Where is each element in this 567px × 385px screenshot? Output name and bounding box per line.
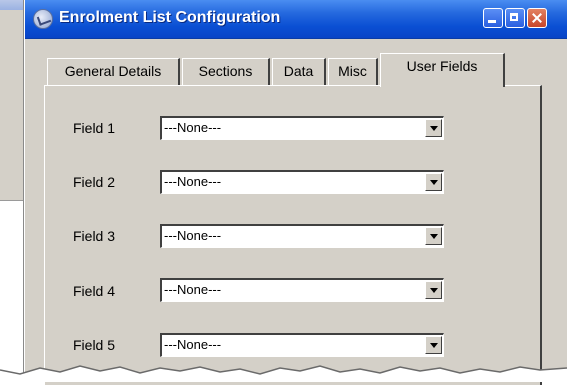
tab-misc[interactable]: Misc [328, 58, 378, 85]
tab-sections[interactable]: Sections [182, 58, 270, 85]
dropdown-arrow-icon[interactable] [425, 281, 442, 299]
field-3-label: Field 3 [73, 228, 116, 244]
dropdown-arrow-icon[interactable] [425, 227, 442, 245]
tab-general-details[interactable]: General Details [47, 58, 180, 85]
field-2-label: Field 2 [73, 174, 116, 190]
field-1-label: Field 1 [73, 120, 116, 136]
field-4-value: ---None--- [164, 282, 222, 297]
field-5-label: Field 5 [73, 337, 116, 353]
torn-edge [0, 365, 567, 382]
app-icon[interactable] [33, 9, 53, 29]
field-3-value: ---None--- [164, 228, 222, 243]
field-5-select[interactable]: ---None--- [160, 333, 444, 357]
field-1-select[interactable]: ---None--- [160, 116, 444, 140]
dialog-window: Enrolment List Configuration General Det… [24, 0, 567, 385]
dropdown-arrow-icon[interactable] [425, 336, 442, 354]
window-title: Enrolment List Configuration [59, 9, 281, 26]
field-4-select[interactable]: ---None--- [160, 278, 444, 302]
close-icon[interactable] [527, 8, 547, 28]
field-3-select[interactable]: ---None--- [160, 224, 444, 248]
tab-strip: General Details Sections Data Misc User … [25, 50, 567, 87]
field-5-value: ---None--- [164, 337, 222, 352]
field-2-select[interactable]: ---None--- [160, 170, 444, 194]
field-1-value: ---None--- [164, 120, 222, 135]
field-4-label: Field 4 [73, 283, 116, 299]
dropdown-arrow-icon[interactable] [425, 173, 442, 191]
maximize-icon[interactable] [505, 8, 525, 28]
field-2-value: ---None--- [164, 174, 222, 189]
title-bar[interactable]: Enrolment List Configuration [25, 0, 567, 39]
dropdown-arrow-icon[interactable] [425, 119, 442, 137]
tab-user-fields[interactable]: User Fields [380, 53, 505, 87]
tab-data[interactable]: Data [272, 58, 326, 85]
minimize-icon[interactable] [483, 8, 503, 28]
